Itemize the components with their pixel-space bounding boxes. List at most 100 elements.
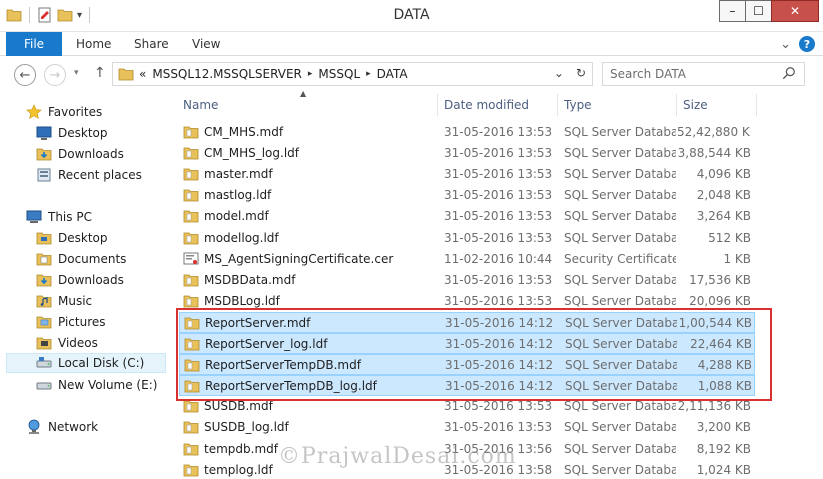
file-size: 22,464 KB xyxy=(690,337,752,351)
navigation-pane: Favorites Desktop Downloads Recent place… xyxy=(0,94,172,479)
nav-label: Documents xyxy=(58,252,127,266)
breadcrumb-mssql12[interactable]: MSSQL12.MSSQLSERVER xyxy=(152,67,302,81)
breadcrumb-overflow[interactable]: « xyxy=(139,67,146,81)
nav-favorites[interactable]: Favorites xyxy=(26,102,102,122)
nav-local-disk-c[interactable]: Local Disk (C:) xyxy=(6,353,166,373)
nav-label: New Volume (E:) xyxy=(58,378,158,392)
forward-button[interactable]: → xyxy=(44,64,66,86)
folder-icon xyxy=(36,230,52,246)
file-size: 2,11,136 KB xyxy=(677,399,751,413)
nav-new-volume-e[interactable]: New Volume (E:) xyxy=(36,375,157,395)
file-name: SUSDB_log.ldf xyxy=(204,420,289,434)
address-dropdown-button[interactable]: ⌄ xyxy=(554,66,564,80)
nav-pc-music[interactable]: Music xyxy=(36,291,92,311)
help-button[interactable]: ? xyxy=(799,36,815,52)
column-header-name[interactable]: Name xyxy=(177,94,438,116)
up-button[interactable]: ↑ xyxy=(94,65,106,81)
downloads-icon xyxy=(36,146,52,162)
file-row[interactable]: model.mdf 31-05-2016 13:53 SQL Server Data… xyxy=(179,206,755,227)
column-header-type[interactable]: Type xyxy=(558,94,677,116)
address-row: ← → ▾ ↑ « MSSQL12.MSSQLSERVER ▸ MSSQL ▸ … xyxy=(0,56,823,94)
close-button[interactable]: ✕ xyxy=(771,0,819,22)
database-file-icon xyxy=(183,166,199,182)
ribbon-tabs: File Home Share View ⌄ ? xyxy=(0,32,823,56)
breadcrumb-separator[interactable]: ▸ xyxy=(308,69,313,79)
file-row[interactable]: MSDBData.mdf 31-05-2016 13:53 SQL Server D… xyxy=(179,270,755,291)
file-date: 31-05-2016 14:12 xyxy=(445,316,554,330)
file-row[interactable]: ReportServerTempDB.mdf 31-05-2016 14:12 SQ… xyxy=(179,354,755,375)
file-type: SQL Server Databa... xyxy=(564,273,676,287)
nav-label: Music xyxy=(58,294,93,308)
file-type: SQL Server Databa... xyxy=(565,316,677,330)
expand-ribbon-button[interactable]: ⌄ xyxy=(780,37,791,52)
file-row[interactable]: ReportServer_log.ldf 31-05-2016 14:12 SQL … xyxy=(179,333,755,354)
nav-network[interactable]: Network xyxy=(26,417,98,437)
file-date: 31-05-2016 13:53 xyxy=(444,209,553,223)
file-row[interactable]: MS_AgentSigningCertificate.cer 11-02-2016… xyxy=(179,249,755,270)
music-icon xyxy=(36,293,52,309)
breadcrumb-data[interactable]: DATA xyxy=(377,67,408,81)
search-box[interactable] xyxy=(602,62,805,86)
file-row[interactable]: CM_MHS.mdf 31-05-2016 13:53 SQL Server Dat… xyxy=(179,122,755,143)
recent-locations-button[interactable]: ▾ xyxy=(74,68,79,78)
desktop-icon xyxy=(36,125,52,141)
pictures-icon xyxy=(36,314,52,330)
documents-icon xyxy=(36,251,52,267)
nav-favorites-desktop[interactable]: Desktop xyxy=(36,123,108,143)
column-header-size[interactable]: Size xyxy=(677,94,757,116)
nav-pc-documents[interactable]: Documents xyxy=(36,249,126,269)
file-type: SQL Server Databa... xyxy=(564,442,676,456)
tab-share[interactable]: Share xyxy=(134,32,169,56)
tab-file[interactable]: File xyxy=(6,32,62,56)
file-row[interactable]: MSDBLog.ldf 31-05-2016 13:53 SQL Server Da… xyxy=(179,291,755,312)
file-size: 17,536 KB xyxy=(689,273,751,287)
file-type: SQL Server Databa... xyxy=(564,399,676,413)
database-file-icon xyxy=(184,315,200,331)
file-name: ReportServer_log.ldf xyxy=(205,337,328,351)
minimize-button[interactable]: – xyxy=(719,0,745,22)
column-header-date[interactable]: Date modified xyxy=(438,94,558,116)
file-date: 11-02-2016 10:44 xyxy=(444,252,553,266)
nav-label: Favorites xyxy=(48,105,103,119)
database-file-icon xyxy=(183,441,199,457)
database-file-icon xyxy=(183,187,199,203)
file-row[interactable]: mastlog.ldf 31-05-2016 13:53 SQL Server Da… xyxy=(179,185,755,206)
file-row[interactable]: ReportServer.mdf 31-05-2016 14:12 SQL Serv… xyxy=(179,312,755,333)
search-icon[interactable] xyxy=(782,66,798,82)
maximize-button[interactable]: ☐ xyxy=(745,0,771,22)
file-name: ReportServer.mdf xyxy=(205,316,311,330)
breadcrumb-mssql[interactable]: MSSQL xyxy=(318,67,360,81)
nav-recent-places[interactable]: Recent places xyxy=(36,165,142,185)
search-input[interactable] xyxy=(603,63,773,85)
file-type: SQL Server Databa... xyxy=(565,337,677,351)
address-bar[interactable]: « MSSQL12.MSSQLSERVER ▸ MSSQL ▸ DATA ⌄ ↻ xyxy=(112,62,593,86)
tab-view[interactable]: View xyxy=(192,32,220,56)
nav-pc-downloads[interactable]: Downloads xyxy=(36,270,124,290)
nav-favorites-downloads[interactable]: Downloads xyxy=(36,144,124,164)
file-row[interactable]: SUSDB.mdf 31-05-2016 13:53 SQL Server Data… xyxy=(179,396,755,417)
tab-home[interactable]: Home xyxy=(76,32,111,56)
nav-label: Recent places xyxy=(58,168,142,182)
database-file-icon xyxy=(184,357,200,373)
nav-pc-desktop[interactable]: Desktop xyxy=(36,228,108,248)
file-row[interactable]: ReportServerTempDB_log.ldf 31-05-2016 14:… xyxy=(179,375,755,396)
file-row[interactable]: CM_MHS_log.ldf 31-05-2016 13:53 SQL Server… xyxy=(179,143,755,164)
back-button[interactable]: ← xyxy=(14,64,36,86)
file-name: modellog.ldf xyxy=(204,231,279,245)
nav-pc-videos[interactable]: Videos xyxy=(36,333,98,353)
database-file-icon xyxy=(183,145,199,161)
file-type: SQL Server Databa... xyxy=(564,463,676,477)
nav-this-pc[interactable]: This PC xyxy=(26,207,92,227)
database-file-icon xyxy=(183,419,199,435)
file-size: 3,88,544 KB xyxy=(677,146,751,160)
breadcrumb-separator[interactable]: ▸ xyxy=(366,69,371,79)
file-type: SQL Server Databa... xyxy=(564,188,676,202)
file-row[interactable]: master.mdf 31-05-2016 13:53 SQL Server Dat… xyxy=(179,164,755,185)
nav-label: This PC xyxy=(48,210,92,224)
nav-pc-pictures[interactable]: Pictures xyxy=(36,312,106,332)
nav-label: Desktop xyxy=(58,126,108,140)
file-row[interactable]: modellog.ldf 31-05-2016 13:53 SQL Server D… xyxy=(179,228,755,249)
refresh-button[interactable]: ↻ xyxy=(576,66,586,80)
file-row[interactable]: SUSDB_log.ldf 31-05-2016 13:53 SQL Server … xyxy=(179,417,755,438)
window-title: DATA xyxy=(393,7,430,23)
